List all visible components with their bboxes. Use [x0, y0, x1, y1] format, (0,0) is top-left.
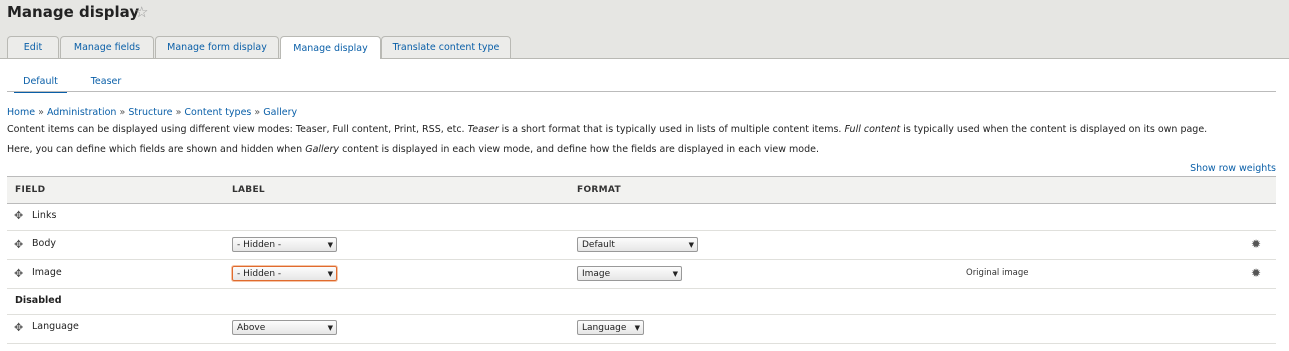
select-value: - Hidden -	[237, 268, 282, 279]
chevron-down-icon: ▼	[688, 241, 694, 249]
field-name: Language	[32, 321, 79, 332]
label-display-select[interactable]: Above ▼	[232, 320, 337, 335]
tab-manage-display[interactable]: Manage display	[280, 36, 381, 59]
breadcrumb-separator: »	[38, 107, 44, 118]
drag-handle-icon[interactable]: ✥	[14, 238, 23, 251]
chevron-down-icon: ▼	[327, 270, 333, 278]
select-value: - Hidden -	[237, 239, 282, 250]
subtab-default[interactable]: Default	[14, 71, 67, 93]
select-value: Image	[582, 268, 611, 279]
page-title: Manage display	[7, 3, 140, 21]
description-view-modes: Content items can be displayed using dif…	[7, 124, 1207, 135]
select-value: Above	[237, 322, 266, 333]
chevron-down-icon: ▼	[327, 324, 333, 332]
chevron-down-icon: ▼	[634, 324, 640, 332]
chevron-down-icon: ▼	[672, 270, 678, 278]
description-emphasis-full-content: Full content	[844, 124, 901, 135]
drag-handle-icon[interactable]: ✥	[14, 321, 23, 334]
field-name: Body	[32, 238, 56, 249]
subtab-teaser[interactable]: Teaser	[82, 71, 130, 91]
field-name: Image	[32, 267, 62, 278]
label-display-select[interactable]: - Hidden - ▼	[232, 266, 337, 281]
select-value: Default	[582, 239, 615, 250]
tab-edit[interactable]: Edit	[7, 36, 59, 58]
format-select[interactable]: Image ▼	[577, 266, 682, 281]
description-emphasis-gallery: Gallery	[305, 144, 340, 155]
description-text: Content items can be displayed using dif…	[7, 124, 465, 135]
field-name: Links	[32, 210, 57, 221]
drag-handle-icon[interactable]: ✥	[14, 267, 23, 280]
chevron-down-icon: ▼	[327, 241, 333, 249]
description-fields: Here, you can define which fields are sh…	[7, 144, 819, 155]
breadcrumb-home[interactable]: Home	[7, 107, 35, 118]
description-emphasis-teaser: Teaser	[467, 124, 499, 135]
select-value: Language	[582, 322, 627, 333]
tab-translate-content-type[interactable]: Translate content type	[381, 36, 511, 58]
description-text: is a short format that is typically used…	[501, 124, 842, 135]
subtabs-divider	[7, 91, 1276, 92]
breadcrumb-separator: »	[175, 107, 182, 118]
breadcrumb-gallery[interactable]: Gallery	[263, 107, 297, 118]
show-row-weights-link[interactable]: Show row weights	[1190, 163, 1276, 174]
breadcrumb-separator: »	[119, 107, 126, 118]
breadcrumb-separator: »	[254, 107, 261, 118]
format-select[interactable]: Language ▼	[577, 320, 644, 335]
table-row: ✥ Links	[7, 203, 1276, 231]
table-row: ✥ Language Above ▼ Language ▼	[7, 315, 1276, 344]
table-row: ✥ Image - Hidden - ▼ Image ▼ Original im…	[7, 260, 1276, 289]
tab-manage-form-display[interactable]: Manage form display	[155, 36, 279, 58]
star-icon[interactable]: ☆	[135, 3, 148, 21]
description-text: content is displayed in each view mode, …	[342, 144, 820, 155]
description-text: is typically used when the content is di…	[903, 124, 1208, 135]
page-header: Manage display ☆ Edit Manage fields Mana…	[0, 0, 1289, 59]
format-summary: Original image	[966, 268, 1029, 278]
breadcrumb-content-types[interactable]: Content types	[184, 107, 251, 118]
gear-icon[interactable]: ✹	[1251, 266, 1261, 280]
format-select[interactable]: Default ▼	[577, 237, 698, 252]
label-display-select[interactable]: - Hidden - ▼	[232, 237, 337, 252]
breadcrumb-administration[interactable]: Administration	[47, 107, 117, 118]
region-title-disabled: Disabled	[15, 295, 62, 306]
column-header-field: FIELD	[15, 185, 46, 195]
region-title-row: Disabled	[7, 289, 1276, 315]
column-header-label: LABEL	[232, 185, 265, 195]
column-header-format: FORMAT	[577, 185, 621, 195]
description-text: Here, you can define which fields are sh…	[7, 144, 303, 155]
gear-icon[interactable]: ✹	[1251, 237, 1261, 251]
table-header: FIELD LABEL FORMAT	[7, 176, 1276, 204]
drag-handle-icon[interactable]: ✥	[14, 209, 23, 222]
breadcrumb: Home » Administration » Structure » Cont…	[7, 107, 297, 118]
table-row: ✥ Body - Hidden - ▼ Default ▼ ✹	[7, 231, 1276, 260]
tab-manage-fields[interactable]: Manage fields	[60, 36, 154, 58]
breadcrumb-structure[interactable]: Structure	[128, 107, 172, 118]
